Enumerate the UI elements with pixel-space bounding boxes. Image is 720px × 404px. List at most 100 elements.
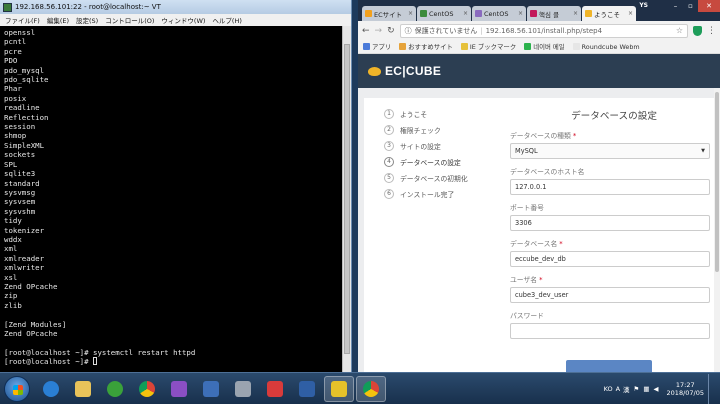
bookmark-item[interactable]: 네이버 메일 bbox=[524, 42, 565, 51]
taskbar-virtualbox[interactable] bbox=[292, 376, 322, 402]
start-button[interactable] bbox=[4, 375, 30, 402]
terminal-prompt-line: [root@localhost ~]# bbox=[4, 357, 343, 366]
install-card: 1 ようこそ 2 権限チェック 3 サイトの設定 4 データベースの設定 5 データベースの初期化… bbox=[364, 98, 716, 372]
terminal-line: readline bbox=[4, 103, 40, 113]
taskbar-chrome-active[interactable] bbox=[356, 375, 386, 402]
terminal-scrollbar[interactable] bbox=[342, 26, 351, 372]
folder-icon bbox=[75, 380, 91, 397]
forward-icon[interactable]: → bbox=[375, 26, 383, 36]
page-scroll-thumb[interactable] bbox=[715, 92, 719, 272]
page-scrollbar[interactable] bbox=[714, 88, 720, 372]
menu-edit[interactable]: 編集(E) bbox=[47, 15, 69, 25]
terminal-scroll-thumb[interactable] bbox=[344, 44, 350, 354]
terminal-line: sysvmsg bbox=[4, 187, 36, 197]
install-step: 1 ようこそ bbox=[384, 106, 468, 122]
step-number: 1 bbox=[384, 109, 394, 119]
flag-icon[interactable]: ⚑ bbox=[634, 385, 640, 393]
tab-close-icon[interactable]: × bbox=[628, 10, 633, 17]
menu-help[interactable]: ヘルプ(H) bbox=[212, 15, 241, 25]
step-number: 4 bbox=[384, 157, 394, 167]
info-icon[interactable]: ⓘ bbox=[405, 26, 412, 36]
browser-tab[interactable]: CentOS × bbox=[472, 6, 526, 21]
terminal-line: Phar bbox=[4, 84, 22, 94]
ime-lang[interactable]: KO bbox=[604, 385, 613, 393]
back-icon[interactable]: ← bbox=[362, 26, 370, 36]
terminal-lines: openssl pcntl pcre PDO pdo_mysql pdo_sqlite Ph… bbox=[4, 28, 343, 357]
install-step: 3 サイトの設定 bbox=[384, 138, 468, 154]
ime-kanji[interactable]: 漢 bbox=[623, 384, 630, 394]
show-desktop-button[interactable] bbox=[708, 374, 716, 404]
tab-close-icon[interactable]: × bbox=[518, 10, 523, 17]
db-port-label: ポート番号 bbox=[510, 204, 544, 212]
reload-icon[interactable]: ↻ bbox=[387, 26, 395, 36]
db-port-input[interactable]: 3306 bbox=[510, 215, 710, 231]
address-bar[interactable]: ⓘ 保護されていません | 192.168.56.101/install.php… bbox=[399, 23, 688, 38]
browser-tab[interactable]: ECサイト × bbox=[362, 6, 416, 21]
tab-close-icon[interactable]: × bbox=[463, 10, 468, 17]
browser-tab[interactable]: CentOS × bbox=[417, 6, 471, 21]
step-label: データベースの設定 bbox=[400, 159, 461, 167]
network-icon[interactable]: ▦ bbox=[643, 385, 649, 393]
bookmark-star-icon[interactable]: ☆ bbox=[676, 26, 683, 35]
taskbar-app-gray[interactable] bbox=[228, 376, 258, 402]
step-label: 権限チェック bbox=[400, 127, 441, 135]
taskbar-chrome[interactable] bbox=[132, 376, 162, 402]
chrome-active-icon bbox=[363, 380, 379, 397]
clock[interactable]: 17:27 2018/07/05 bbox=[667, 381, 704, 397]
bookmark-item[interactable]: アプリ bbox=[363, 42, 391, 51]
terminal-titlebar[interactable]: 192.168.56.101:22 - root@localhost:~ VT bbox=[0, 0, 351, 14]
menu-setup[interactable]: 設定(S) bbox=[76, 15, 98, 25]
db-user-label: ユーザ名 * bbox=[510, 276, 543, 284]
tab-close-icon[interactable]: × bbox=[573, 10, 578, 17]
bookmark-item[interactable]: Roundcube Webm bbox=[572, 43, 640, 51]
step-label: インストール完了 bbox=[400, 191, 455, 199]
taskbar-teraterm[interactable] bbox=[324, 375, 354, 402]
taskbar-app-red[interactable] bbox=[260, 376, 290, 402]
tab-favicon-icon bbox=[365, 10, 372, 17]
extension-shield-icon[interactable] bbox=[693, 25, 702, 36]
menu-file[interactable]: ファイル(F) bbox=[5, 15, 40, 25]
terminal-app-icon bbox=[3, 2, 12, 12]
tab-close-icon[interactable]: × bbox=[408, 10, 413, 17]
ime-mode[interactable]: A bbox=[616, 385, 620, 393]
terminal-output[interactable]: openssl pcntl pcre PDO pdo_mysql pdo_sqlite Ph… bbox=[0, 26, 343, 372]
next-button[interactable] bbox=[566, 360, 652, 372]
volume-icon[interactable]: ◀ bbox=[654, 385, 659, 393]
db-host-input[interactable]: 127.0.0.1 bbox=[510, 179, 710, 195]
terminal-line: PDO bbox=[4, 56, 18, 66]
db-password-input[interactable] bbox=[510, 323, 710, 339]
terminal-line: standard bbox=[4, 178, 40, 188]
bookmark-icon bbox=[363, 43, 370, 50]
terminal-line: pdo_sqlite bbox=[4, 75, 49, 85]
install-step: 2 権限チェック bbox=[384, 122, 468, 138]
taskbar-app-purple[interactable] bbox=[164, 376, 194, 402]
menu-kebab-icon[interactable]: ⋮ bbox=[707, 26, 716, 36]
terminal-line: [Zend Modules] bbox=[4, 319, 67, 329]
maximize-icon[interactable]: ▫ bbox=[683, 0, 698, 12]
browser-window[interactable]: ECサイト × CentOS × CentOS × 핵심 클 × ようこそ × YS – ▫ ✕ … bbox=[358, 0, 720, 372]
minimize-icon[interactable]: – bbox=[668, 0, 683, 12]
browser-tab[interactable]: 핵심 클 × bbox=[527, 6, 581, 21]
tab-label: 핵심 클 bbox=[539, 10, 560, 19]
db-user-input[interactable]: cube3_dev_user bbox=[510, 287, 710, 303]
menu-control[interactable]: コントロール(O) bbox=[105, 15, 154, 25]
taskbar-explorer[interactable] bbox=[68, 376, 98, 402]
taskbar-ie[interactable] bbox=[36, 376, 66, 402]
bookmark-item[interactable]: おすすめサイト bbox=[399, 42, 453, 51]
taskbar-app-blue[interactable] bbox=[196, 376, 226, 402]
tab-label: ようこそ bbox=[594, 10, 620, 19]
close-icon[interactable]: ✕ bbox=[698, 0, 720, 12]
window-controls: – ▫ ✕ bbox=[668, 0, 720, 12]
blue-app-icon bbox=[203, 380, 219, 397]
browser-tab[interactable]: ようこそ × bbox=[582, 6, 636, 21]
ime-indicator[interactable]: KO A 漢 bbox=[604, 384, 630, 394]
terminal-window[interactable]: 192.168.56.101:22 - root@localhost:~ VT … bbox=[0, 0, 352, 372]
profile-badge[interactable]: YS bbox=[639, 2, 648, 9]
tab-strip: ECサイト × CentOS × CentOS × 핵심 클 × ようこそ × YS – ▫ ✕ bbox=[358, 0, 720, 21]
taskbar-app-green[interactable] bbox=[100, 376, 130, 402]
db-name-input[interactable]: eccube_dev_db bbox=[510, 251, 710, 267]
bookmark-item[interactable]: IE ブックマーク bbox=[460, 42, 516, 51]
menu-window[interactable]: ウィンドウ(W) bbox=[161, 15, 205, 25]
db-type-select[interactable]: MySQL ▼ bbox=[510, 143, 710, 159]
navigation-bar: ← → ↻ ⓘ 保護されていません | 192.168.56.101/insta… bbox=[358, 21, 720, 40]
